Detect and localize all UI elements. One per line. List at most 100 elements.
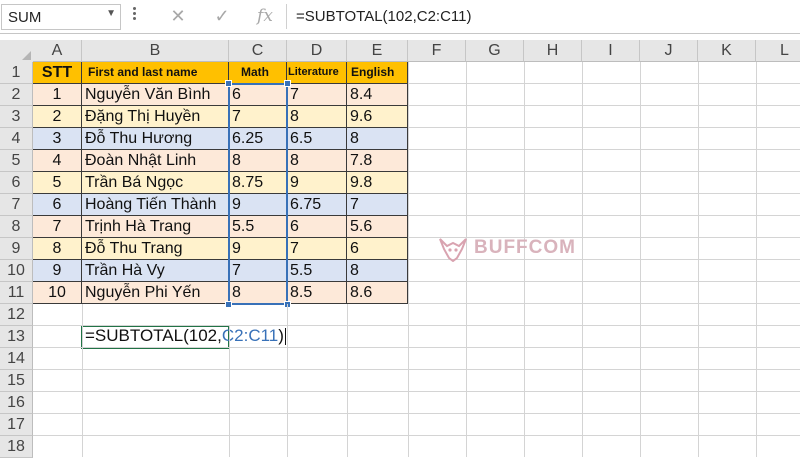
- cell-math[interactable]: 5.5: [229, 216, 287, 238]
- cell-english[interactable]: 8.4: [347, 84, 408, 106]
- active-cell-b13[interactable]: =SUBTOTAL(102,C2:C11): [81, 325, 286, 349]
- range-handle[interactable]: [225, 301, 232, 308]
- cell-english[interactable]: 9.8: [347, 172, 408, 194]
- cell-english[interactable]: 7.8: [347, 150, 408, 172]
- column-header-g[interactable]: G: [466, 40, 524, 62]
- cell-literature[interactable]: 8: [287, 150, 347, 172]
- cell-english[interactable]: 7: [347, 194, 408, 216]
- cell-name[interactable]: Trần Hà Vy: [82, 260, 229, 282]
- cell-math[interactable]: 9: [229, 238, 287, 260]
- chevron-down-icon[interactable]: ▼: [106, 8, 116, 19]
- cell-english[interactable]: 6: [347, 238, 408, 260]
- cell-name[interactable]: Hoàng Tiến Thành: [82, 194, 229, 216]
- header-math[interactable]: Math: [229, 62, 287, 84]
- enter-icon[interactable]: ✓: [207, 3, 237, 29]
- column-header-a[interactable]: A: [33, 40, 82, 62]
- cell-literature[interactable]: 7: [287, 238, 347, 260]
- row-header-11[interactable]: 11: [0, 282, 33, 304]
- row-header-5[interactable]: 5: [0, 150, 33, 172]
- cell-literature[interactable]: 8.5: [287, 282, 347, 304]
- cell-english[interactable]: 8.6: [347, 282, 408, 304]
- column-header-i[interactable]: I: [582, 40, 640, 62]
- cell-literature[interactable]: 6: [287, 216, 347, 238]
- drag-handle-icon[interactable]: [131, 5, 137, 27]
- cell-stt[interactable]: 2: [33, 106, 82, 128]
- cell-math[interactable]: 6.25: [229, 128, 287, 150]
- cell-literature[interactable]: 8: [287, 106, 347, 128]
- row-header-16[interactable]: 16: [0, 392, 33, 414]
- cell-math[interactable]: 8: [229, 150, 287, 172]
- row-header-9[interactable]: 9: [0, 238, 33, 260]
- cell-name[interactable]: Nguyễn Phi Yến: [82, 282, 229, 304]
- cell-stt[interactable]: 10: [33, 282, 82, 304]
- cell-stt[interactable]: 5: [33, 172, 82, 194]
- cell-math[interactable]: 7: [229, 106, 287, 128]
- row-header-10[interactable]: 10: [0, 260, 33, 282]
- formula-input[interactable]: =SUBTOTAL(102,C2:C11): [296, 4, 796, 29]
- cell-stt[interactable]: 3: [33, 128, 82, 150]
- cell-math[interactable]: 8.75: [229, 172, 287, 194]
- cell-name[interactable]: Đỗ Thu Hương: [82, 128, 229, 150]
- header-literature[interactable]: Literature: [287, 62, 347, 84]
- range-handle[interactable]: [284, 301, 291, 308]
- column-header-f[interactable]: F: [408, 40, 466, 62]
- row-header-17[interactable]: 17: [0, 414, 33, 436]
- header-name[interactable]: First and last name: [82, 62, 229, 84]
- column-header-h[interactable]: H: [524, 40, 582, 62]
- row-header-1[interactable]: 1: [0, 62, 33, 84]
- cell-english[interactable]: 5.6: [347, 216, 408, 238]
- row-header-3[interactable]: 3: [0, 106, 33, 128]
- cell-name[interactable]: Nguyễn Văn Bình: [82, 84, 229, 106]
- row-header-14[interactable]: 14: [0, 348, 33, 370]
- cell-literature[interactable]: 9: [287, 172, 347, 194]
- cell-stt[interactable]: 1: [33, 84, 82, 106]
- cell-english[interactable]: 8: [347, 260, 408, 282]
- cell-stt[interactable]: 4: [33, 150, 82, 172]
- row-header-13[interactable]: 13: [0, 326, 33, 348]
- cell-math[interactable]: 9: [229, 194, 287, 216]
- column-header-k[interactable]: K: [698, 40, 756, 62]
- cell-english[interactable]: 8: [347, 128, 408, 150]
- column-header-e[interactable]: E: [347, 40, 408, 62]
- insert-function-icon[interactable]: fx: [250, 3, 280, 29]
- cell-math[interactable]: 8: [229, 282, 287, 304]
- watermark-text: BUFFCOM: [474, 237, 576, 258]
- row-header-4[interactable]: 4: [0, 128, 33, 150]
- cell-name[interactable]: Đặng Thị Huyền: [82, 106, 229, 128]
- cell-name[interactable]: Trịnh Hà Trang: [82, 216, 229, 238]
- column-header-d[interactable]: D: [287, 40, 347, 62]
- range-handle[interactable]: [225, 80, 232, 87]
- range-handle[interactable]: [284, 80, 291, 87]
- row-header-7[interactable]: 7: [0, 194, 33, 216]
- row-header-15[interactable]: 15: [0, 370, 33, 392]
- column-header-l[interactable]: L: [756, 40, 800, 62]
- select-all-button[interactable]: [0, 40, 34, 63]
- column-header-b[interactable]: B: [82, 40, 229, 62]
- cell-literature[interactable]: 7: [287, 84, 347, 106]
- cell-literature[interactable]: 6.75: [287, 194, 347, 216]
- cell-name[interactable]: Đoàn Nhật Linh: [82, 150, 229, 172]
- formula-range-ref: C2:C11: [221, 326, 279, 345]
- cell-stt[interactable]: 6: [33, 194, 82, 216]
- cell-math[interactable]: 7: [229, 260, 287, 282]
- name-box[interactable]: SUM ▼: [1, 4, 121, 30]
- cell-name[interactable]: Trần Bá Ngọc: [82, 172, 229, 194]
- cell-stt[interactable]: 7: [33, 216, 82, 238]
- row-header-6[interactable]: 6: [0, 172, 33, 194]
- cell-stt[interactable]: 8: [33, 238, 82, 260]
- cell-name[interactable]: Đỗ Thu Trang: [82, 238, 229, 260]
- row-header-8[interactable]: 8: [0, 216, 33, 238]
- header-stt[interactable]: STT: [33, 62, 82, 84]
- column-header-j[interactable]: J: [640, 40, 698, 62]
- row-header-2[interactable]: 2: [0, 84, 33, 106]
- row-header-18[interactable]: 18: [0, 436, 33, 458]
- cell-stt[interactable]: 9: [33, 260, 82, 282]
- cell-math[interactable]: 6: [229, 84, 287, 106]
- header-english[interactable]: English: [347, 62, 408, 84]
- row-header-12[interactable]: 12: [0, 304, 33, 326]
- cell-english[interactable]: 9.6: [347, 106, 408, 128]
- cell-literature[interactable]: 6.5: [287, 128, 347, 150]
- column-header-c[interactable]: C: [229, 40, 287, 62]
- cell-literature[interactable]: 5.5: [287, 260, 347, 282]
- cancel-icon[interactable]: ✕: [163, 3, 193, 29]
